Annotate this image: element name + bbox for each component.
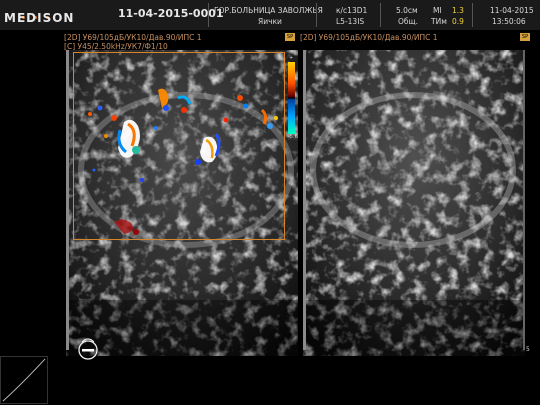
header-divider [472,3,473,27]
scale-bottom-label: -5.6 [288,134,298,140]
right-sp-badge: SP [520,33,530,41]
header-divider [380,3,381,27]
probe-model: L5-13IS [336,17,365,26]
header-divider [208,3,209,27]
left-depth-scale [66,50,69,350]
brand-dots [22,4,62,19]
right-edge-scale [523,50,525,350]
probe-label: к/с13D1 [336,6,368,15]
left-sp-badge: SP [285,33,295,41]
right-depth-scale [303,50,306,350]
right-mode-label: [2D] У69/105дБ/УК10/Дав.90/ИПС 1 [300,33,438,42]
right-ultrasound-image [303,50,525,356]
tim-value: 0.9 [452,17,464,26]
date-readout: 11-04-2015 [490,6,534,15]
time-readout: 13:50:06 [492,17,526,26]
mi-label: MI [433,6,442,15]
depth-readout: 5.0см [396,6,418,15]
left-mode-label: [2D] У69/105дБ/УК10/Дав.90/ИПС 1 [64,33,202,42]
color-roi-box[interactable] [73,52,285,240]
study-name: Яички [258,17,282,26]
mi-value: 1.3 [452,6,464,15]
tim-label: ТИм [431,17,447,26]
header-bar: MEDISON 11-04-2015-0001 ГОР.БОЛЬНИЦА ЗАВ… [0,0,540,30]
institution-name: ГОР.БОЛЬНИЦА ЗАВОЛЖЬЯ [214,6,323,15]
preset-name: Общ. [398,17,418,26]
body-marker-icon [78,338,98,360]
color-scale-bar [288,62,295,134]
scale-top-label: + [289,55,294,61]
brand-logo: MEDISON [4,11,75,25]
gray-map-curve [0,356,48,404]
depth-marker-label: 5 [526,346,530,353]
header-divider [316,3,317,27]
